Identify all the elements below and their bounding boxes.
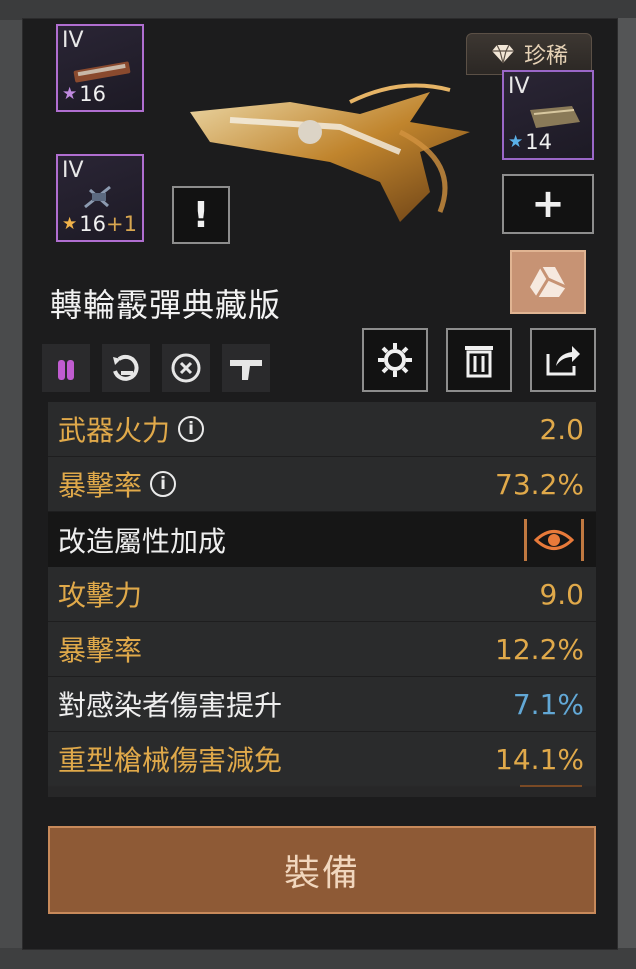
stat-label: 對感染者傷害提升 <box>58 689 283 722</box>
stat-label: 暴擊率 <box>58 469 143 502</box>
stats-list: 武器火力 i 2.0 暴擊率 i 73.2% 改造屬性加成 攻擊力 9.0 暴擊… <box>48 402 596 787</box>
stat-row-firepower: 武器火力 i 2.0 <box>48 402 596 457</box>
toggle-visibility-button[interactable] <box>524 518 584 561</box>
module-rank: ★ 16 +1 <box>62 212 137 236</box>
info-icon[interactable]: i <box>150 471 177 497</box>
stat-value: 14.1% <box>495 742 584 776</box>
module-item-icon <box>530 106 580 128</box>
trash-icon <box>465 346 493 378</box>
module-tier: IV <box>62 158 84 183</box>
diamond-icon <box>491 44 514 64</box>
module-rank: ★ 16 <box>62 82 106 106</box>
triangle-icon <box>530 266 567 298</box>
equip-button[interactable]: 裝備 <box>48 826 596 914</box>
stat-label: 重型槍械傷害減免 <box>58 744 283 777</box>
module-tier: IV <box>508 74 530 99</box>
gear-icon <box>378 343 412 377</box>
star-icon: ★ <box>508 132 524 152</box>
stat-value: 2.0 <box>539 412 584 446</box>
module-slot-3[interactable]: IV ★ 14 <box>502 70 594 160</box>
mod-stat-row: 攻擊力 9.0 <box>48 567 596 622</box>
stat-label: 暴擊率 <box>58 634 143 667</box>
rarity-badge: 珍稀 <box>466 33 592 75</box>
stat-label: 武器火力 <box>58 414 171 447</box>
top-frame <box>0 0 636 20</box>
mod-stat-row: 對感染者傷害提升 7.1% <box>48 677 596 732</box>
bottom-frame <box>0 948 636 969</box>
share-button[interactable] <box>530 328 596 392</box>
module-slot-2[interactable]: IV ★ 16 +1 <box>56 154 144 242</box>
alert-button[interactable]: ! <box>172 186 230 244</box>
stats-scroll-edge-accent <box>520 785 582 795</box>
mod-section-title: 改造屬性加成 <box>58 524 227 558</box>
module-item-icon <box>84 185 111 209</box>
module-tier: IV <box>62 28 84 53</box>
stat-value: 73.2% <box>495 467 584 501</box>
mod-stat-row: 暴擊率 12.2% <box>48 622 596 677</box>
star-icon: ★ <box>62 214 78 234</box>
mod-stat-row: 重型槍械傷害減免 14.1% <box>48 732 596 787</box>
eye-icon <box>534 529 574 550</box>
share-icon <box>546 346 580 376</box>
stat-value: 12.2% <box>495 632 584 666</box>
ammo-type-icon <box>42 344 90 392</box>
stat-label: 攻擊力 <box>58 579 143 612</box>
smg-type-icon <box>222 344 270 392</box>
stat-value: 9.0 <box>539 577 584 611</box>
module-item-icon <box>73 61 131 83</box>
weapon-name: 轉輪霰彈典藏版 <box>50 286 282 324</box>
star-icon: ★ <box>62 84 78 104</box>
delete-button[interactable] <box>446 328 512 392</box>
mod-section-header: 改造屬性加成 <box>48 512 596 567</box>
settings-button[interactable] <box>362 328 428 392</box>
module-rank: ★ 14 <box>508 130 552 154</box>
info-icon[interactable]: i <box>178 416 205 442</box>
add-button[interactable]: + <box>502 174 594 234</box>
stat-value: 7.1% <box>512 687 584 721</box>
stats-scroll-edge <box>48 785 596 797</box>
module-slot-1[interactable]: IV ★ 16 <box>56 24 144 112</box>
stat-row-crit-rate: 暴擊率 i 73.2% <box>48 457 596 512</box>
cancel-circle-icon <box>162 344 210 392</box>
reload-icon <box>102 344 150 392</box>
right-frame <box>616 18 636 948</box>
skin-button[interactable] <box>510 250 586 314</box>
